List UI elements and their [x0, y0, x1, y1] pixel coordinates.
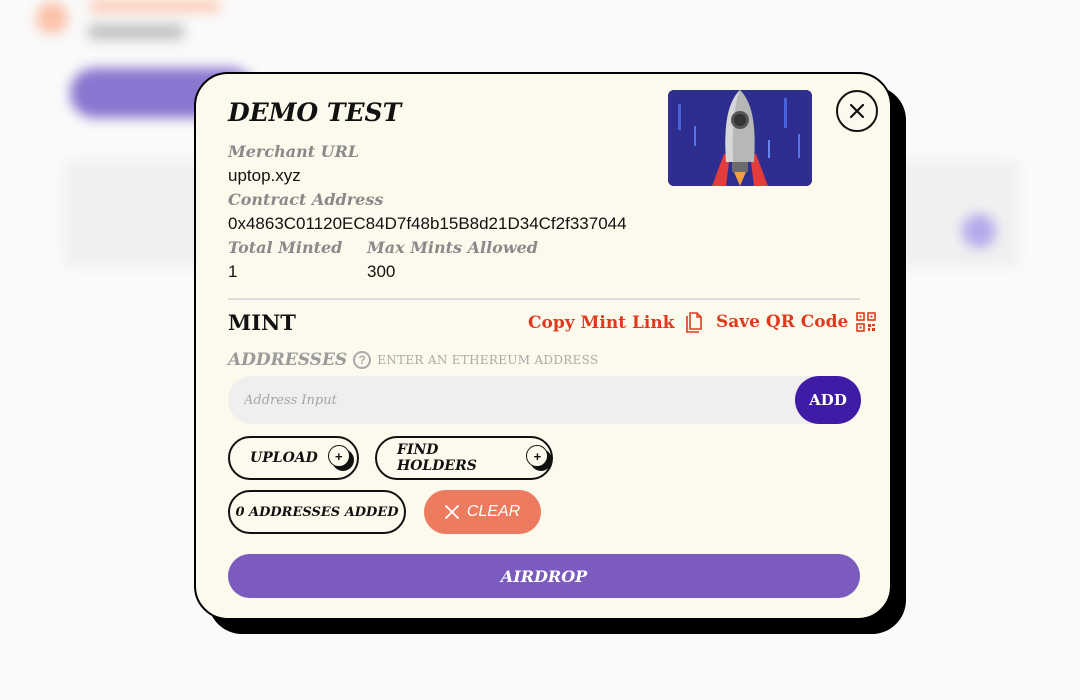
copy-mint-link-button[interactable]: Copy Mint Link	[528, 312, 703, 334]
save-qr-code-label: Save QR Code	[716, 312, 849, 332]
mint-heading: MINT	[228, 310, 296, 335]
background-brand	[90, 0, 220, 12]
contract-address-label: Contract Address	[228, 190, 384, 209]
addresses-hint: ENTER AN ETHEREUM ADDRESS	[377, 353, 599, 367]
copy-mint-link-label: Copy Mint Link	[528, 313, 675, 333]
qr-code-icon	[856, 312, 877, 332]
clear-label: CLEAR	[466, 503, 521, 520]
total-minted-label: Total Minted	[228, 238, 343, 257]
save-qr-code-button[interactable]: Save QR Code	[716, 312, 877, 332]
rocket-icon	[668, 90, 812, 186]
plus-icon: +	[327, 445, 354, 471]
close-icon	[444, 505, 459, 519]
addresses-added-badge: 0 ADDRESSES ADDED	[228, 490, 406, 534]
add-button[interactable]: ADD	[795, 376, 861, 424]
upload-label: UPLOAD	[250, 450, 318, 466]
address-input-container	[228, 376, 860, 424]
addresses-row: ADDRESSES ? ENTER AN ETHEREUM ADDRESS	[228, 350, 598, 370]
max-mints-label: Max Mints Allowed	[367, 238, 538, 257]
max-mints-value: 300	[367, 262, 396, 281]
background-dot	[962, 214, 996, 248]
section-divider	[228, 298, 860, 300]
find-holders-label: FIND HOLDERS	[397, 442, 477, 474]
clear-button[interactable]: CLEAR	[424, 490, 541, 534]
addresses-label: ADDRESSES	[228, 350, 348, 370]
merchant-url-value: uptop.xyz	[228, 166, 301, 185]
plus-icon: +	[526, 445, 553, 471]
modal-title: DEMO TEST	[228, 98, 402, 127]
help-icon[interactable]: ?	[353, 351, 372, 369]
find-holders-button[interactable]: FIND HOLDERS +	[375, 436, 553, 480]
total-minted-value: 1	[228, 262, 238, 281]
nft-image	[668, 90, 812, 186]
address-input[interactable]	[228, 376, 788, 424]
copy-icon	[685, 312, 702, 333]
contract-address-value: 0x4863C01120EC84D7f48b15B8d21D34Cf2f3370…	[228, 214, 627, 233]
close-icon	[849, 103, 865, 119]
upload-button[interactable]: UPLOAD +	[228, 436, 359, 480]
background-logo	[36, 2, 68, 34]
close-button[interactable]	[836, 90, 878, 132]
airdrop-button[interactable]: AIRDROP	[228, 554, 860, 598]
background-subtitle	[88, 24, 184, 40]
merchant-url-label: Merchant URL	[228, 142, 360, 161]
mint-modal: DEMO TEST Merchant URL uptop.xyz Contrac…	[194, 72, 892, 620]
